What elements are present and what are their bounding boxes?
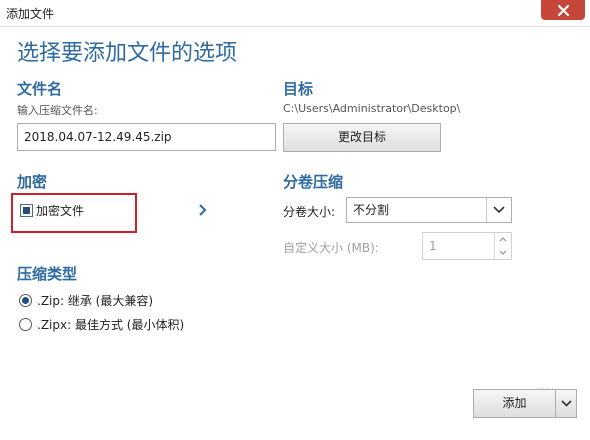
close-button[interactable] <box>541 0 585 20</box>
custom-size-value: 1 <box>429 239 437 253</box>
custom-size-label: 自定义大小 (MB): <box>283 241 379 255</box>
encryption-section-title: 加密 <box>17 173 48 191</box>
window-title: 添加文件 <box>6 7 55 21</box>
split-size-select[interactable]: 不分割 <box>346 197 512 223</box>
target-path: C:\Users\Administrator\Desktop\ <box>283 102 461 115</box>
dialog-body: 选择要添加文件的选项 文件名 输入压缩文件名: 2018.04.07-12.49… <box>0 27 590 440</box>
filename-section-title: 文件名 <box>17 80 63 98</box>
change-target-button[interactable]: 更改目标 <box>283 123 441 152</box>
compression-option-zip[interactable]: .Zip: 继承 (最大兼容) <box>19 292 153 309</box>
split-section-title: 分卷压缩 <box>283 173 344 191</box>
radio-zip-label: .Zip: 继承 (最大兼容) <box>37 294 154 308</box>
custom-size-stepper[interactable]: 1 <box>422 232 512 260</box>
split-size-value: 不分割 <box>353 203 390 217</box>
chevron-down-icon <box>560 400 572 407</box>
add-button[interactable]: 添加 <box>474 390 555 417</box>
filename-input[interactable]: 2018.04.07-12.49.45.zip <box>17 123 276 151</box>
chevron-up-icon <box>499 237 507 242</box>
compression-section-title: 压缩类型 <box>17 265 78 283</box>
close-icon <box>557 4 569 16</box>
compression-option-zipx[interactable]: .Zipx: 最佳方式 (最小体积) <box>19 316 184 333</box>
title-bar: 添加文件 <box>0 0 590 27</box>
chevron-down-icon <box>499 250 507 255</box>
target-section-title: 目标 <box>283 80 314 98</box>
stepper-up[interactable] <box>495 233 511 246</box>
stepper-down[interactable] <box>495 246 511 259</box>
encrypt-checkbox-label: 加密文件 <box>36 204 85 218</box>
dropdown-arrow[interactable] <box>486 198 511 222</box>
expand-chevron[interactable] <box>197 202 209 221</box>
chevron-down-icon <box>493 206 505 214</box>
encrypt-checkbox-row[interactable]: 加密文件 <box>20 202 84 219</box>
chevron-right-icon <box>199 204 207 216</box>
radio-zipx-label: .Zipx: 最佳方式 (最小体积) <box>37 318 185 332</box>
filename-prompt: 输入压缩文件名: <box>17 104 98 117</box>
dialog-heading: 选择要添加文件的选项 <box>17 41 238 66</box>
stepper-buttons[interactable] <box>494 233 511 259</box>
add-options-dropdown[interactable] <box>555 390 576 417</box>
add-split-button[interactable]: 添加 <box>473 389 577 418</box>
radio-zipx[interactable] <box>19 318 32 331</box>
encrypt-checkbox[interactable] <box>20 204 33 217</box>
split-size-label: 分卷大小: <box>283 205 336 219</box>
radio-zip[interactable] <box>19 294 32 307</box>
